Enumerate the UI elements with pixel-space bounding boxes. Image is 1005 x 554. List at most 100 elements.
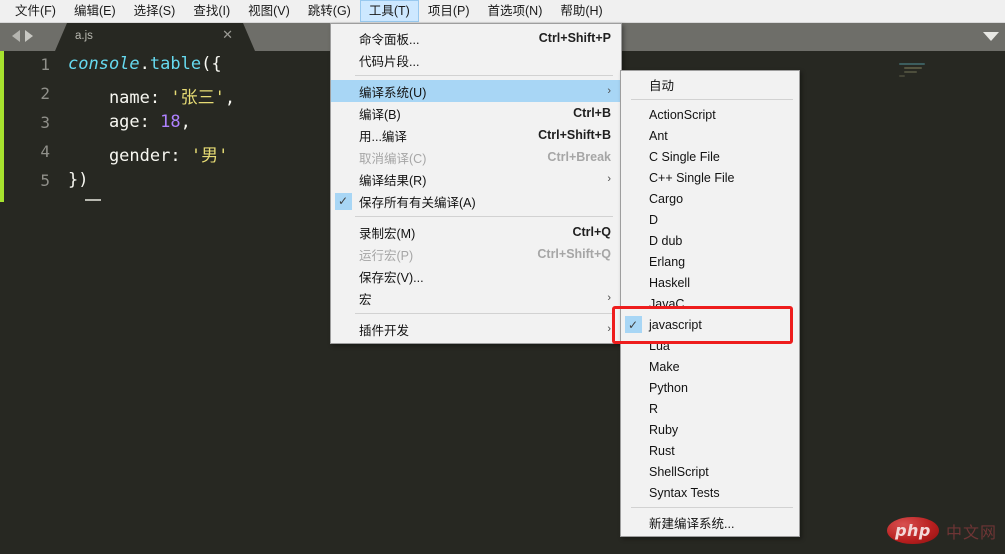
menubar-item-2[interactable]: 选择(S): [125, 0, 185, 22]
build-system-item-12[interactable]: ✓ javascript: [621, 314, 799, 335]
menu-item-label: Rust: [649, 443, 675, 458]
build-system-item-22[interactable]: 新建编译系统...: [621, 512, 799, 533]
menu-item-label: Make: [649, 359, 680, 374]
build-system-item-4[interactable]: C Single File: [621, 146, 799, 167]
check-slot: [621, 512, 645, 533]
menu-item-label: Lua: [649, 338, 670, 353]
menubar-item-0[interactable]: 文件(F): [6, 0, 65, 22]
tools-menu-item-11: 运行宏(P) Ctrl+Shift+Q: [331, 243, 621, 265]
build-system-submenu[interactable]: 自动 ActionScript Ant C Single File C++ Single…: [620, 70, 800, 537]
build-system-item-13[interactable]: Lua: [621, 335, 799, 356]
tools-menu-item-1[interactable]: 代码片段...: [331, 49, 621, 71]
build-system-item-10[interactable]: Haskell: [621, 272, 799, 293]
check-slot: [621, 440, 645, 461]
build-system-item-3[interactable]: Ant: [621, 125, 799, 146]
line-number: 2: [40, 84, 50, 103]
tools-menu-item-0[interactable]: 命令面板... Ctrl+Shift+P: [331, 27, 621, 49]
check-slot: [621, 335, 645, 356]
watermark: php 中文网: [886, 517, 997, 544]
build-system-item-15[interactable]: Python: [621, 377, 799, 398]
menu-separator: [355, 75, 613, 76]
build-system-item-6[interactable]: Cargo: [621, 188, 799, 209]
code-token: '男': [190, 146, 229, 166]
code-token: 18: [160, 112, 181, 132]
build-system-item-0[interactable]: 自动: [621, 74, 799, 95]
check-slot: [621, 356, 645, 377]
tools-menu-item-13[interactable]: 宏 ›: [331, 287, 621, 309]
code-token: .: [139, 54, 150, 74]
menu-item-label: Ant: [649, 128, 668, 143]
menu-separator: [631, 99, 793, 100]
code-token: '张三': [170, 88, 225, 108]
build-system-item-20[interactable]: Syntax Tests: [621, 482, 799, 503]
check-slot: [621, 188, 645, 209]
menu-item-label: C Single File: [649, 149, 720, 164]
tools-menu-item-4[interactable]: 编译(B) Ctrl+B: [331, 102, 621, 124]
tools-menu[interactable]: 命令面板... Ctrl+Shift+P 代码片段... 编译系统(U) › 编译(B) C…: [330, 23, 622, 344]
tools-menu-item-8[interactable]: ✓ 保存所有有关编译(A): [331, 190, 621, 212]
menubar-item-9[interactable]: 帮助(H): [551, 0, 611, 22]
check-slot: [621, 146, 645, 167]
menubar-item-5[interactable]: 跳转(G): [299, 0, 360, 22]
menubar-item-3[interactable]: 查找(I): [184, 0, 239, 22]
menubar-item-7[interactable]: 项目(P): [419, 0, 479, 22]
build-system-item-9[interactable]: Erlang: [621, 251, 799, 272]
tools-menu-item-12[interactable]: 保存宏(V)...: [331, 265, 621, 287]
menu-separator: [631, 507, 793, 508]
code-line: age: 18,: [68, 112, 191, 132]
menu-item-label: D: [649, 212, 659, 227]
build-system-item-14[interactable]: Make: [621, 356, 799, 377]
check-slot: [331, 169, 355, 190]
code-token: name:: [68, 88, 171, 108]
build-system-item-19[interactable]: ShellScript: [621, 461, 799, 482]
code-token: console: [68, 54, 140, 74]
tools-menu-item-10[interactable]: 录制宏(M) Ctrl+Q: [331, 221, 621, 243]
menu-item-label: 保存所有有关编译(A): [359, 195, 476, 210]
menubar-item-4[interactable]: 视图(V): [239, 0, 299, 22]
build-system-item-11[interactable]: JavaC: [621, 293, 799, 314]
code-line: }): [68, 170, 88, 190]
menu-item-label: 编译结果(R): [359, 173, 427, 188]
check-slot: [331, 266, 355, 287]
code-line: console.table({: [68, 54, 222, 74]
menu-item-label: javascript: [649, 317, 702, 332]
tools-menu-item-7[interactable]: 编译结果(R) ›: [331, 168, 621, 190]
arrow-left-icon[interactable]: [12, 30, 20, 42]
tab-a-js[interactable]: a.js ✕: [55, 23, 255, 51]
arrow-right-icon[interactable]: [25, 30, 33, 42]
menu-item-label: 命令面板...: [359, 32, 420, 47]
menu-item-label: Cargo: [649, 191, 684, 206]
code-token: ,: [180, 112, 191, 132]
line-number-gutter: 1 2 3 4 5: [4, 51, 60, 202]
menu-item-label: 宏: [359, 292, 372, 307]
check-slot: [621, 482, 645, 503]
minimap-preview[interactable]: [895, 61, 935, 77]
check-slot: [331, 319, 355, 340]
build-system-item-2[interactable]: ActionScript: [621, 104, 799, 125]
close-icon[interactable]: ✕: [222, 28, 233, 41]
build-system-item-5[interactable]: C++ Single File: [621, 167, 799, 188]
build-system-item-17[interactable]: Ruby: [621, 419, 799, 440]
tools-menu-item-5[interactable]: 用...编译 Ctrl+Shift+B: [331, 124, 621, 146]
tools-menu-item-15[interactable]: 插件开发 ›: [331, 318, 621, 340]
menubar-item-6[interactable]: 工具(T): [359, 0, 419, 22]
build-system-item-8[interactable]: D dub: [621, 230, 799, 251]
menubar-item-8[interactable]: 首选项(N): [479, 0, 552, 22]
menubar-item-1[interactable]: 编辑(E): [65, 0, 125, 22]
check-slot: [621, 167, 645, 188]
check-slot: [621, 125, 645, 146]
code-token: table: [149, 54, 202, 74]
code-line: gender: '男': [68, 141, 228, 166]
menu-item-label: Haskell: [649, 275, 690, 290]
check-slot: [331, 50, 355, 71]
chevron-down-icon[interactable]: [983, 32, 999, 41]
tools-menu-item-6: 取消编译(C) Ctrl+Break: [331, 146, 621, 168]
check-slot: [331, 28, 355, 49]
build-system-item-7[interactable]: D: [621, 209, 799, 230]
build-system-item-18[interactable]: Rust: [621, 440, 799, 461]
build-system-item-16[interactable]: R: [621, 398, 799, 419]
menu-item-shortcut: Ctrl+Shift+Q: [537, 247, 611, 261]
tab-nav-arrows[interactable]: [12, 30, 33, 42]
tools-menu-item-3[interactable]: 编译系统(U) ›: [331, 80, 621, 102]
menu-item-label: 插件开发: [359, 323, 410, 338]
